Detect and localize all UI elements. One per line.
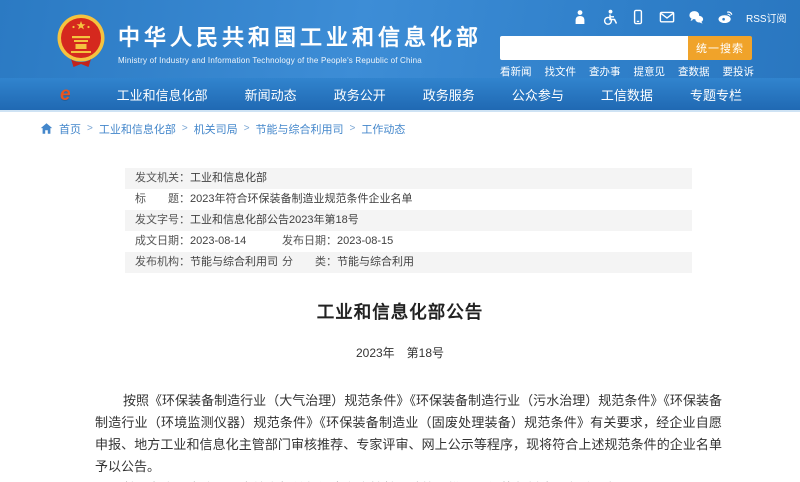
- nav-items: 工业和信息化部 新闻动态 政务公开 政务服务 公众参与 工信数据 专题专栏: [117, 85, 742, 104]
- meta-row-title: 标 题：2023年符合环保装备制造业规范条件企业名单: [125, 189, 692, 210]
- meta-value: 工业和信息化部: [190, 168, 267, 189]
- site-header: 中华人民共和国工业和信息化部 Ministry of Industry and …: [0, 0, 800, 78]
- meta-row-dates: 成文日期：2023-08-14 发布日期：2023-08-15: [125, 231, 692, 252]
- article-paragraph: 按照《环保装备制造行业（大气治理）规范条件》《环保装备制造行业（污水治理）规范条…: [95, 390, 722, 478]
- article-body: 按照《环保装备制造行业（大气治理）规范条件》《环保装备制造行业（污水治理）规范条…: [95, 390, 722, 482]
- quick-link-news[interactable]: 看新闻: [500, 64, 532, 79]
- meta-cell: 成文日期：2023-08-14: [135, 231, 282, 252]
- nav-item-miit[interactable]: 工业和信息化部: [117, 85, 208, 104]
- home-icon: [40, 122, 53, 135]
- meta-value: 2023年符合环保装备制造业规范条件企业名单: [190, 189, 412, 210]
- quick-link-data[interactable]: 查数据: [678, 64, 710, 79]
- quick-link-services[interactable]: 查办事: [589, 64, 621, 79]
- national-emblem-icon: [56, 12, 106, 73]
- article-issue-number: 2023年 第18号: [0, 344, 800, 361]
- nav-item-special-columns[interactable]: 专题专栏: [690, 85, 742, 104]
- article-title: 工业和信息化部公告: [0, 299, 800, 324]
- meta-value: 节能与综合利用: [337, 256, 414, 268]
- meta-label: 发布日期：: [282, 235, 337, 247]
- meta-label: 标 题：: [135, 189, 190, 210]
- breadcrumb-work-updates[interactable]: 工作动态: [361, 121, 405, 137]
- meta-row-issuing-agency: 发文机关：工业和信息化部: [125, 168, 692, 189]
- mobile-icon[interactable]: [630, 9, 646, 25]
- breadcrumb-home[interactable]: 首页: [59, 121, 81, 137]
- meta-cell: 分 类：节能与综合利用: [282, 252, 414, 273]
- breadcrumb-energy-dept[interactable]: 节能与综合利用司: [256, 121, 344, 137]
- breadcrumb-separator: >: [87, 123, 93, 134]
- breadcrumb: 首页 > 工业和信息化部 > 机关司局 > 节能与综合利用司 > 工作动态: [0, 112, 800, 136]
- breadcrumb-departments[interactable]: 机关司局: [194, 121, 238, 137]
- search-input[interactable]: [500, 36, 688, 60]
- nav-item-miit-data[interactable]: 工信数据: [601, 85, 653, 104]
- nav-item-gov-services[interactable]: 政务服务: [423, 85, 475, 104]
- breadcrumb-separator: >: [182, 123, 188, 134]
- site-title: 中华人民共和国工业和信息化部: [118, 20, 482, 52]
- meta-label: 分 类：: [282, 256, 337, 268]
- meta-label: 发布机构：: [135, 252, 190, 273]
- site-logo-link[interactable]: 中华人民共和国工业和信息化部 Ministry of Industry and …: [56, 12, 482, 73]
- breadcrumb-separator: >: [350, 123, 356, 134]
- accessibility-icon[interactable]: [601, 9, 617, 25]
- quick-link-complaints[interactable]: 要投诉: [723, 64, 755, 79]
- meta-value: 节能与综合利用司: [190, 252, 278, 273]
- quick-link-suggestions[interactable]: 提意见: [634, 64, 666, 79]
- meta-value: 工业和信息化部公告2023年第18号: [190, 210, 359, 231]
- meta-value: 2023-08-15: [337, 235, 393, 247]
- weibo-icon[interactable]: [717, 9, 733, 25]
- meta-label: 发文字号：: [135, 210, 190, 231]
- nav-item-public-participation[interactable]: 公众参与: [512, 85, 564, 104]
- meta-row-doc-number: 发文字号：工业和信息化部公告2023年第18号: [125, 210, 692, 231]
- nav-item-news[interactable]: 新闻动态: [245, 85, 297, 104]
- elder-mode-icon[interactable]: [572, 9, 588, 25]
- mail-icon[interactable]: [659, 9, 675, 25]
- wechat-icon[interactable]: [688, 9, 704, 25]
- doc-meta-table: 发文机关：工业和信息化部 标 题：2023年符合环保装备制造业规范条件企业名单 …: [125, 168, 692, 273]
- page: 中华人民共和国工业和信息化部 Ministry of Industry and …: [0, 0, 800, 482]
- meta-label: 成文日期：: [135, 231, 190, 252]
- article-content: 发文机关：工业和信息化部 标 题：2023年符合环保装备制造业规范条件企业名单 …: [0, 168, 800, 482]
- search-bar: 统一搜索: [500, 36, 752, 60]
- meta-value: 2023-08-14: [190, 231, 246, 252]
- meta-cell: 发布机构：节能与综合利用司: [135, 252, 282, 273]
- miit-e-logo-icon: e: [60, 85, 71, 104]
- breadcrumb-separator: >: [244, 123, 250, 134]
- quick-link-documents[interactable]: 找文件: [545, 64, 577, 79]
- utility-icon-bar: RSS订阅: [572, 9, 787, 25]
- search-button[interactable]: 统一搜索: [688, 36, 752, 60]
- article-paragraph: 鼓励各省、自治区、直辖市相关部门出台支持鼓励政策，推动环保装备制造业高质量发展。: [95, 478, 722, 482]
- meta-row-publisher: 发布机构：节能与综合利用司 分 类：节能与综合利用: [125, 252, 692, 273]
- meta-label: 发文机关：: [135, 168, 190, 189]
- breadcrumb-miit[interactable]: 工业和信息化部: [99, 121, 176, 137]
- brand-text: 中华人民共和国工业和信息化部 Ministry of Industry and …: [118, 20, 482, 65]
- quick-links: 看新闻 找文件 查办事 提意见 查数据 要投诉: [500, 64, 754, 79]
- meta-cell: 发布日期：2023-08-15: [282, 231, 393, 252]
- rss-subscribe-link[interactable]: RSS订阅: [746, 10, 787, 25]
- main-nav: e 工业和信息化部 新闻动态 政务公开 政务服务 公众参与 工信数据 专题专栏: [0, 78, 800, 112]
- nav-item-gov-disclosure[interactable]: 政务公开: [334, 85, 386, 104]
- site-title-en: Ministry of Industry and Information Tec…: [118, 56, 482, 65]
